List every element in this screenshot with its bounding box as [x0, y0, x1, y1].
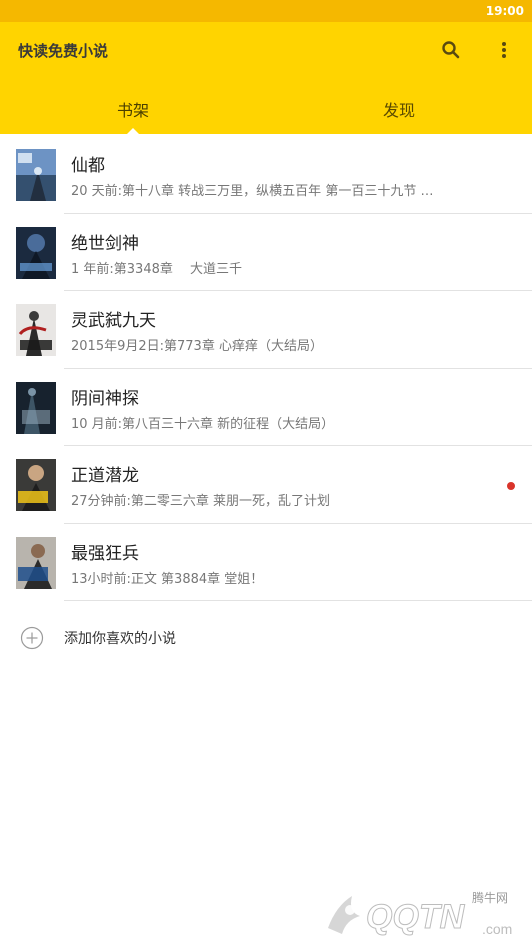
- add-circle-icon: [20, 626, 44, 650]
- book-cover: [16, 304, 56, 356]
- book-item[interactable]: 灵武弑九天 2015年9月2日:第773章 心痒痒（大结局）: [0, 291, 532, 369]
- tab-label: 发现: [382, 101, 415, 120]
- book-latest-chapter: 20 天前:第十八章 转战三万里，纵横五百年 第一百三十九节 …: [71, 184, 434, 199]
- book-latest-chapter: 13小时前:正文 第3884章 堂姐！: [71, 571, 264, 587]
- add-book-label: 添加你喜欢的小说: [64, 631, 176, 647]
- app-bar: 快读免费小说 书架 发现: [0, 22, 532, 134]
- book-title: 灵武弑九天: [71, 311, 156, 331]
- book-list: 仙都 20 天前:第十八章 转战三万里，纵横五百年 第一百三十九节 … 绝世剑神…: [0, 136, 532, 601]
- book-title: 正道潜龙: [71, 466, 139, 486]
- search-icon[interactable]: [439, 38, 463, 62]
- book-cover: [16, 381, 56, 434]
- book-item[interactable]: 正道潜龙 27分钟前:第二零三六章 莱朋一死，乱了计划: [0, 446, 532, 524]
- book-latest-chapter: 2015年9月2日:第773章 心痒痒（大结局）: [71, 339, 323, 354]
- app-title: 快读免费小说: [18, 42, 109, 60]
- tab-discover[interactable]: 发现: [266, 84, 532, 134]
- book-title: 仙都: [71, 156, 105, 176]
- watermark-brand: QQTN: [366, 898, 466, 936]
- book-title: 绝世剑神: [71, 233, 139, 254]
- tab-indicator: [127, 128, 139, 134]
- book-item[interactable]: 阴间神探 10 月前:第八百三十六章 新的征程（大结局）: [0, 369, 532, 446]
- book-cover: [16, 459, 56, 511]
- status-time: 19:00: [485, 4, 524, 18]
- watermark-cn: 腾牛网: [472, 890, 508, 905]
- status-bar: 19:00: [0, 0, 532, 22]
- tab-label: 书架: [116, 101, 149, 120]
- book-item[interactable]: 仙都 20 天前:第十八章 转战三万里，纵横五百年 第一百三十九节 …: [0, 136, 532, 214]
- watermark-logo: QQTN .com 腾牛网: [322, 886, 527, 942]
- add-book-row[interactable]: 添加你喜欢的小说: [0, 602, 532, 672]
- book-latest-chapter: 1 年前:第3348章 大道三千: [71, 261, 242, 277]
- book-item[interactable]: 绝世剑神 1 年前:第3348章 大道三千: [0, 214, 532, 291]
- watermark-domain: .com: [482, 921, 512, 937]
- more-vert-icon[interactable]: [492, 38, 516, 62]
- book-cover: [16, 149, 56, 201]
- book-item[interactable]: 最强狂兵 13小时前:正文 第3884章 堂姐！: [0, 524, 532, 601]
- book-latest-chapter: 10 月前:第八百三十六章 新的征程（大结局）: [71, 416, 335, 432]
- new-update-badge: [507, 482, 515, 490]
- book-cover: [16, 536, 56, 589]
- book-title: 最强狂兵: [71, 543, 139, 564]
- tab-bar: 书架 发现: [0, 84, 532, 134]
- book-cover: [16, 226, 56, 279]
- divider: [64, 600, 532, 601]
- book-title: 阴间神探: [71, 388, 139, 409]
- book-latest-chapter: 27分钟前:第二零三六章 莱朋一死，乱了计划: [71, 494, 331, 509]
- tab-bookshelf[interactable]: 书架: [0, 84, 266, 134]
